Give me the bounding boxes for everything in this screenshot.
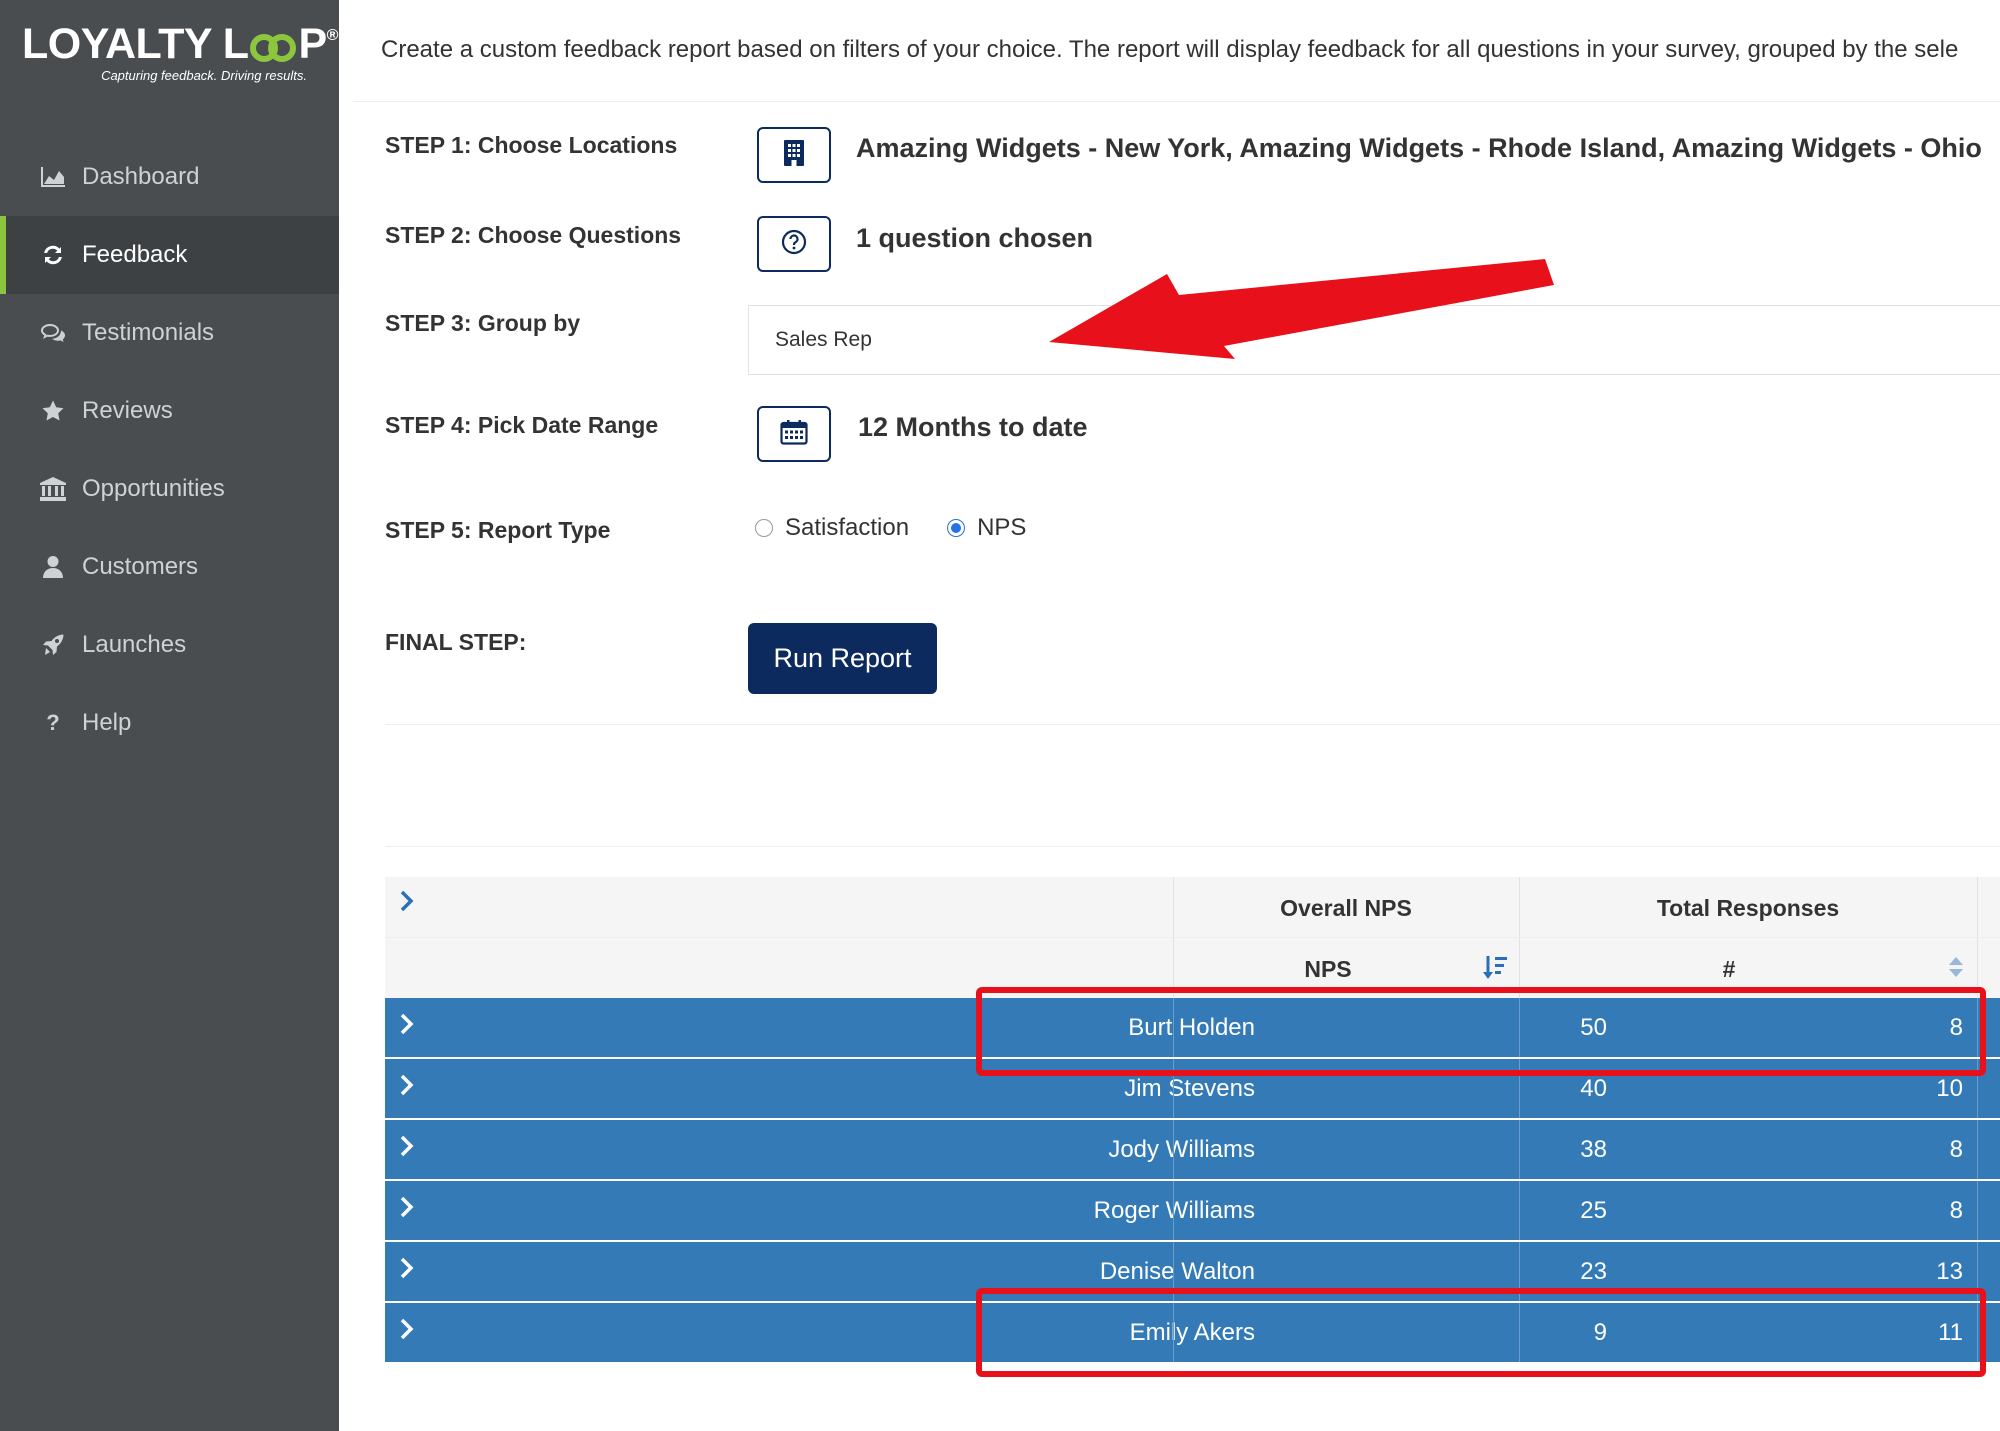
divider xyxy=(385,846,2000,847)
logo-tagline: Capturing feedback. Driving results. xyxy=(101,68,307,83)
sidebar-item-label: Dashboard xyxy=(82,163,200,190)
date-range-value: 12 Months to date xyxy=(858,412,1088,442)
rep-name: Jody Williams xyxy=(1108,1136,1255,1163)
sidebar-item-label: Customers xyxy=(82,553,199,580)
sidebar-item-label: Reviews xyxy=(82,397,173,424)
highlight-box-top-rep xyxy=(976,987,1986,1076)
overall-nps-header: Overall NPS xyxy=(1280,895,1412,921)
rep-name: Jim Stevens xyxy=(1124,1075,1255,1102)
report-type-options: Satisfaction NPS xyxy=(755,514,1026,542)
selected-locations: Amazing Widgets - New York, Amazing Widg… xyxy=(856,133,1982,163)
questions-chosen: 1 question chosen xyxy=(856,223,1094,253)
nps-value: 38 xyxy=(1580,1136,1607,1163)
sidebar-item-testimonials[interactable]: Testimonials xyxy=(0,294,339,372)
logo-wordmark: LOYALTY L P® xyxy=(22,20,338,68)
total-responses-value: 8 xyxy=(1949,1136,1963,1163)
responses-count-header[interactable]: # xyxy=(1519,956,1939,983)
refresh-icon xyxy=(38,243,68,267)
satisfaction-radio[interactable] xyxy=(755,519,773,537)
sidebar-item-label: Help xyxy=(82,709,132,736)
expand-row-chevron-icon[interactable] xyxy=(399,1012,415,1043)
column-divider xyxy=(1977,877,1978,937)
step5-label: STEP 5: Report Type xyxy=(385,517,611,543)
expand-row-chevron-icon[interactable] xyxy=(399,1317,415,1348)
sidebar-item-dashboard[interactable]: Dashboard xyxy=(0,138,339,216)
total-responses-value: 13 xyxy=(1936,1258,1963,1285)
sidebar-item-opportunities[interactable]: Opportunities xyxy=(0,450,339,528)
sort-unsorted-icon[interactable] xyxy=(1948,956,1964,983)
run-report-button[interactable]: Run Report xyxy=(748,623,937,694)
highlight-box-bottom-rep xyxy=(976,1288,1986,1377)
column-divider xyxy=(1173,1120,1174,1179)
expand-row-chevron-icon[interactable] xyxy=(399,1256,415,1287)
step1-label: STEP 1: Choose Locations xyxy=(385,132,678,158)
rep-name: Denise Walton xyxy=(1099,1258,1255,1285)
divider xyxy=(385,724,2000,725)
intro-panel: Create a custom feedback report based on… xyxy=(353,6,2000,102)
user-icon xyxy=(38,555,68,579)
sidebar-item-feedback[interactable]: Feedback xyxy=(0,216,339,294)
nps-value: 40 xyxy=(1580,1075,1607,1102)
column-divider xyxy=(1977,1120,1978,1179)
intro-text: Create a custom feedback report based on… xyxy=(381,36,1959,63)
table-row[interactable]: Roger Williams 25 8 xyxy=(385,1181,2000,1242)
total-responses-value: 8 xyxy=(1949,1197,1963,1224)
group-by-value: Sales Rep xyxy=(775,328,872,351)
table-group-header: Overall NPS Total Responses xyxy=(385,877,2000,938)
loop-icon xyxy=(268,34,297,62)
nps-radio[interactable] xyxy=(947,519,966,537)
main-content: Create a custom feedback report based on… xyxy=(339,0,2000,1431)
expand-all-chevron-icon[interactable] xyxy=(399,889,415,918)
sidebar-item-customers[interactable]: Customers xyxy=(0,528,339,606)
choose-locations-button[interactable] xyxy=(757,127,831,183)
expand-row-chevron-icon[interactable] xyxy=(399,1134,415,1165)
question-circle-icon xyxy=(781,229,807,260)
expand-row-chevron-icon[interactable] xyxy=(399,1195,415,1226)
sidebar-item-launches[interactable]: Launches xyxy=(0,606,339,684)
step3-label: STEP 3: Group by xyxy=(385,310,581,336)
red-arrow-annotation xyxy=(1049,259,1554,359)
sidebar-item-label: Opportunities xyxy=(82,475,225,502)
nps-label: NPS xyxy=(977,514,1027,541)
pick-date-range-button[interactable] xyxy=(757,406,831,462)
table-row[interactable]: Jody Williams 38 8 xyxy=(385,1120,2000,1181)
sort-descending-icon[interactable] xyxy=(1482,954,1508,987)
column-divider xyxy=(1173,1181,1174,1240)
satisfaction-label: Satisfaction xyxy=(785,514,910,541)
nps-value: 25 xyxy=(1580,1197,1607,1224)
sidebar-item-label: Testimonials xyxy=(82,319,215,346)
loyalty-loop-logo[interactable]: LOYALTY L P® Capturing feedback. Driving … xyxy=(22,20,338,83)
sidebar-item-reviews[interactable]: Reviews xyxy=(0,372,339,450)
comments-icon xyxy=(38,322,68,344)
column-divider xyxy=(1519,1181,1520,1240)
column-divider xyxy=(1519,1120,1520,1179)
calendar-icon xyxy=(780,419,808,450)
total-responses-header: Total Responses xyxy=(1656,895,1840,921)
sidebar-item-label: Launches xyxy=(82,631,187,658)
nps-column-header[interactable]: NPS xyxy=(1173,956,1483,983)
column-divider xyxy=(1977,1181,1978,1240)
total-responses-value: 10 xyxy=(1936,1075,1963,1102)
rocket-icon xyxy=(38,633,68,657)
rep-name: Roger Williams xyxy=(1093,1197,1255,1224)
step2-label: STEP 2: Choose Questions xyxy=(385,222,682,248)
question-icon: ? xyxy=(46,710,60,735)
sidebar-item-label: Feedback xyxy=(82,241,188,268)
final-step-label: FINAL STEP: xyxy=(385,629,527,655)
expand-row-chevron-icon[interactable] xyxy=(399,1073,415,1104)
sidebar-item-help[interactable]: ? Help xyxy=(0,684,339,762)
bank-icon xyxy=(38,476,68,502)
area-chart-icon xyxy=(38,166,68,188)
sidebar: LOYALTY L P® Capturing feedback. Driving … xyxy=(0,0,339,1431)
nps-value: 23 xyxy=(1580,1258,1607,1285)
sidebar-nav: Dashboard Feedback Testimonials Reviews … xyxy=(0,138,339,762)
choose-questions-button[interactable] xyxy=(757,216,831,272)
step4-label: STEP 4: Pick Date Range xyxy=(385,412,659,438)
star-icon xyxy=(38,399,68,423)
building-icon xyxy=(783,139,805,172)
